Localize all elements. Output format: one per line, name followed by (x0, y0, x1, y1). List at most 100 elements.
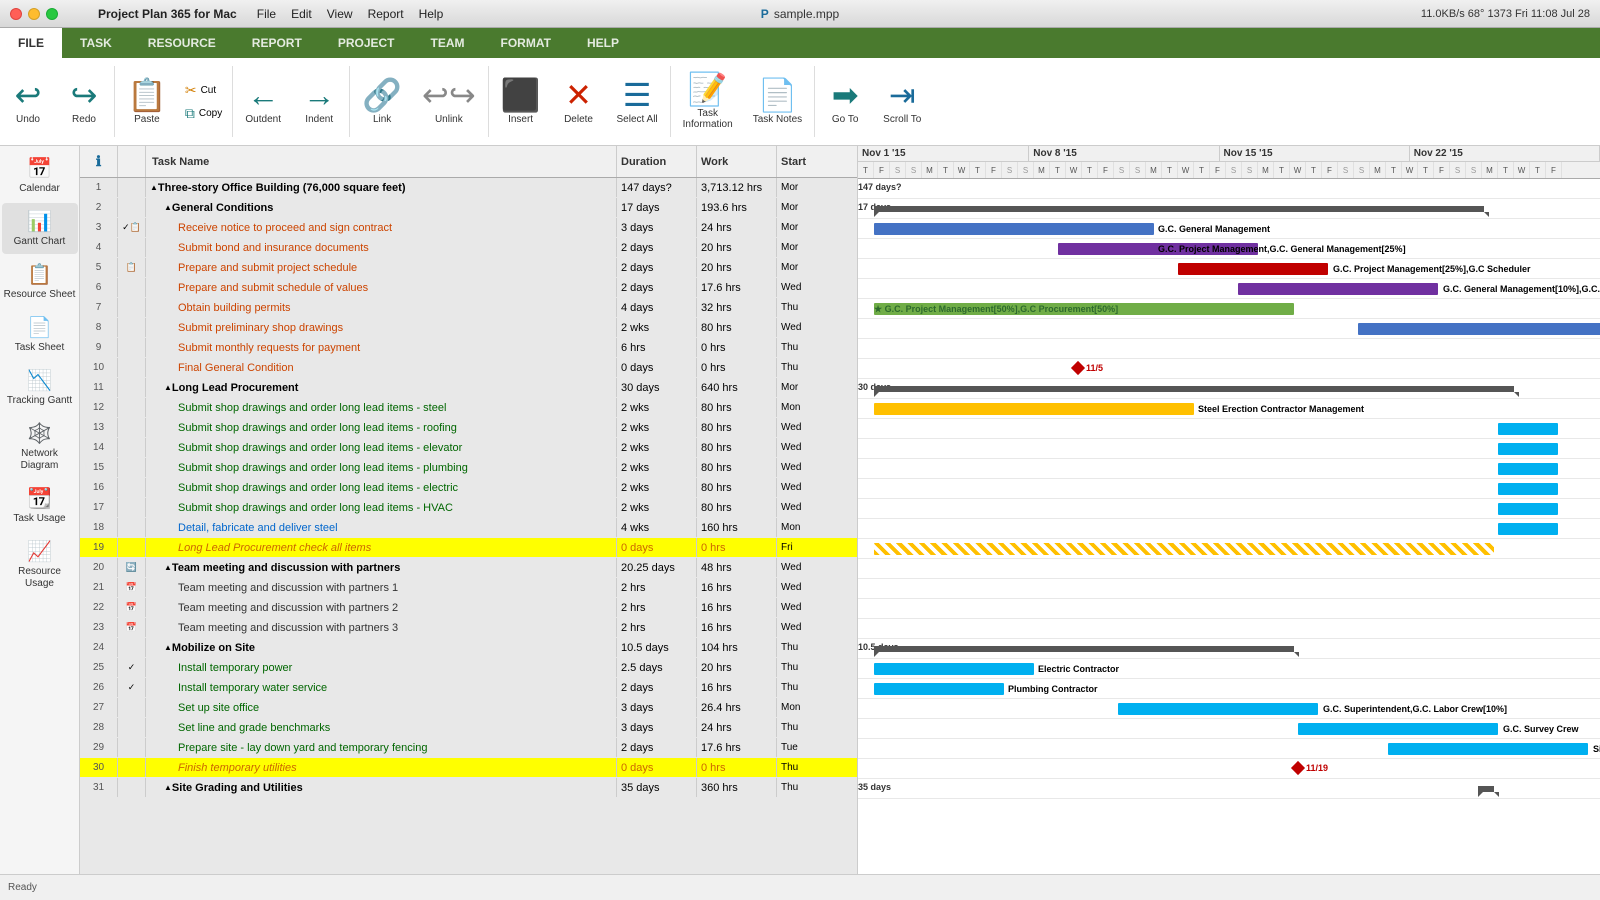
table-row[interactable]: 25✓Install temporary power2.5 days20 hrs… (80, 658, 857, 678)
sidebar-item-task-usage[interactable]: 📆 Task Usage (2, 480, 78, 531)
menu-report[interactable]: Report (368, 7, 404, 21)
gantt-row[interactable]: Steel Erection Contractor Management (858, 399, 1600, 419)
gantt-row[interactable] (858, 559, 1600, 579)
cut-button[interactable]: ✂ Cut (181, 80, 226, 101)
minimize-button[interactable] (28, 8, 40, 20)
table-row[interactable]: 28Set line and grade benchmarks3 days24 … (80, 718, 857, 738)
gantt-row[interactable] (858, 499, 1600, 519)
gantt-row[interactable]: 11/19 (858, 759, 1600, 779)
close-button[interactable] (10, 8, 22, 20)
gantt-row[interactable] (858, 619, 1600, 639)
table-row[interactable]: 24▲ Mobilize on Site10.5 days104 hrsThu (80, 638, 857, 658)
gantt-row[interactable] (858, 339, 1600, 359)
link-button[interactable]: 🔗 Link (352, 62, 412, 141)
table-row[interactable]: 15Submit shop drawings and order long le… (80, 458, 857, 478)
table-row[interactable]: 6Prepare and submit schedule of values2 … (80, 278, 857, 298)
table-row[interactable]: 26✓Install temporary water service2 days… (80, 678, 857, 698)
table-row[interactable]: 5📋Prepare and submit project schedule2 d… (80, 258, 857, 278)
copy-button[interactable]: ⧉ Copy (181, 103, 226, 124)
redo-button[interactable]: ↪ Redo (56, 62, 112, 141)
gantt-row[interactable]: G.C. Project... (858, 319, 1600, 339)
gantt-row[interactable] (858, 579, 1600, 599)
table-body[interactable]: 1▲ Three-story Office Building (76,000 s… (80, 178, 857, 874)
gantt-row[interactable] (858, 599, 1600, 619)
menu-help[interactable]: Help (419, 7, 444, 21)
tab-report[interactable]: REPORT (234, 28, 320, 58)
table-row[interactable]: 31▲ Site Grading and Utilities35 days360… (80, 778, 857, 798)
table-row[interactable]: 10Final General Condition0 days0 hrsThu (80, 358, 857, 378)
window-controls[interactable] (10, 8, 58, 20)
gantt-row[interactable] (858, 419, 1600, 439)
indent-button[interactable]: → Indent (291, 62, 347, 141)
table-row[interactable]: 18Detail, fabricate and deliver steel4 w… (80, 518, 857, 538)
gantt-row[interactable]: 147 days? (858, 179, 1600, 199)
task-notes-button[interactable]: 📄 Task Notes (743, 62, 812, 141)
gantt-row[interactable] (858, 439, 1600, 459)
tab-help[interactable]: HELP (569, 28, 637, 58)
gantt-row[interactable] (858, 479, 1600, 499)
table-row[interactable]: 19Long Lead Procurement check all items0… (80, 538, 857, 558)
gantt-row[interactable]: 10.5 days (858, 639, 1600, 659)
sidebar-item-resource-usage[interactable]: 📈 Resource Usage (2, 533, 78, 596)
table-row[interactable]: 12Submit shop drawings and order long le… (80, 398, 857, 418)
table-row[interactable]: 16Submit shop drawings and order long le… (80, 478, 857, 498)
table-row[interactable]: 22📅Team meeting and discussion with part… (80, 598, 857, 618)
table-row[interactable]: 27Set up site office3 days26.4 hrsMon (80, 698, 857, 718)
tab-file[interactable]: FILE (0, 28, 62, 58)
menu-view[interactable]: View (327, 7, 353, 21)
gantt-row[interactable]: 30 days (858, 379, 1600, 399)
table-row[interactable]: 2▲ General Conditions17 days193.6 hrsMor (80, 198, 857, 218)
gantt-row[interactable]: ★ G.C. Project Management[50%],G.C Procu… (858, 299, 1600, 319)
sidebar-item-calendar[interactable]: 📅 Calendar (2, 150, 78, 201)
gantt-row[interactable]: 35 days (858, 779, 1600, 799)
table-row[interactable]: 29Prepare site - lay down yard and tempo… (80, 738, 857, 758)
insert-button[interactable]: ⬛ Insert (491, 62, 551, 141)
select-all-button[interactable]: ☰ Select All (607, 62, 668, 141)
gantt-row[interactable] (858, 519, 1600, 539)
table-row[interactable]: 3✓📋Receive notice to proceed and sign co… (80, 218, 857, 238)
table-row[interactable]: 9Submit monthly requests for payment6 hr… (80, 338, 857, 358)
gantt-body[interactable]: 147 days?17 daysG.C. General ManagementG… (858, 179, 1600, 874)
unlink-button[interactable]: ↩↪ Unlink (412, 62, 486, 141)
table-row[interactable]: 4Submit bond and insurance documents2 da… (80, 238, 857, 258)
gantt-row[interactable]: G.C. Superintendent,G.C. Labor Crew[10%] (858, 699, 1600, 719)
table-row[interactable]: 17Submit shop drawings and order long le… (80, 498, 857, 518)
tab-format[interactable]: FORMAT (483, 28, 569, 58)
sidebar-item-tracking-gantt[interactable]: 📉 Tracking Gantt (2, 362, 78, 413)
gantt-row[interactable]: G.C. Project Management,G.C. General Man… (858, 239, 1600, 259)
outdent-button[interactable]: ← Outdent (235, 62, 291, 141)
table-row[interactable]: 21📅Team meeting and discussion with part… (80, 578, 857, 598)
gantt-row[interactable]: G.C. Project Management[25%],G.C Schedul… (858, 259, 1600, 279)
table-row[interactable]: 23📅Team meeting and discussion with part… (80, 618, 857, 638)
gantt-row[interactable] (858, 539, 1600, 559)
maximize-button[interactable] (46, 8, 58, 20)
table-row[interactable]: 7Obtain building permits4 days32 hrsThu (80, 298, 857, 318)
gantt-row[interactable]: Plumbing Contractor (858, 679, 1600, 699)
table-row[interactable]: 8Submit preliminary shop drawings2 wks80… (80, 318, 857, 338)
gantt-row[interactable]: 11/5 (858, 359, 1600, 379)
gantt-row[interactable]: Electric Contractor (858, 659, 1600, 679)
tab-task[interactable]: TASK (62, 28, 130, 58)
sidebar-item-task-sheet[interactable]: 📄 Task Sheet (2, 309, 78, 360)
table-row[interactable]: 20🔄▲ Team meeting and discussion with pa… (80, 558, 857, 578)
gantt-row[interactable]: 17 days (858, 199, 1600, 219)
gantt-row[interactable]: G.C. General Management[10%],G.C. Projec… (858, 279, 1600, 299)
table-row[interactable]: 30Finish temporary utilities0 days0 hrsT… (80, 758, 857, 778)
sidebar-item-gantt-chart[interactable]: 📊 Gantt Chart (2, 203, 78, 254)
task-information-button[interactable]: 📝 Task Information (673, 62, 743, 141)
gantt-row[interactable]: G.C. Survey Crew (858, 719, 1600, 739)
table-row[interactable]: 1▲ Three-story Office Building (76,000 s… (80, 178, 857, 198)
tab-team[interactable]: TEAM (413, 28, 483, 58)
paste-button[interactable]: 📋 Paste (117, 62, 177, 141)
table-row[interactable]: 14Submit shop drawings and order long le… (80, 438, 857, 458)
sidebar-item-resource-sheet[interactable]: 📋 Resource Sheet (2, 256, 78, 307)
menu-edit[interactable]: Edit (291, 7, 312, 21)
goto-button[interactable]: ➡ Go To (817, 62, 873, 141)
tab-project[interactable]: PROJECT (320, 28, 413, 58)
table-row[interactable]: 11▲ Long Lead Procurement30 days640 hrsM… (80, 378, 857, 398)
gantt-row[interactable]: Site Grading Contractor,G.C. Lab... (858, 739, 1600, 759)
table-row[interactable]: 13Submit shop drawings and order long le… (80, 418, 857, 438)
scroll-to-button[interactable]: ⇥ Scroll To (873, 62, 931, 141)
gantt-row[interactable] (858, 459, 1600, 479)
sidebar-item-network-diagram[interactable]: 🕸️ Network Diagram (2, 415, 78, 478)
